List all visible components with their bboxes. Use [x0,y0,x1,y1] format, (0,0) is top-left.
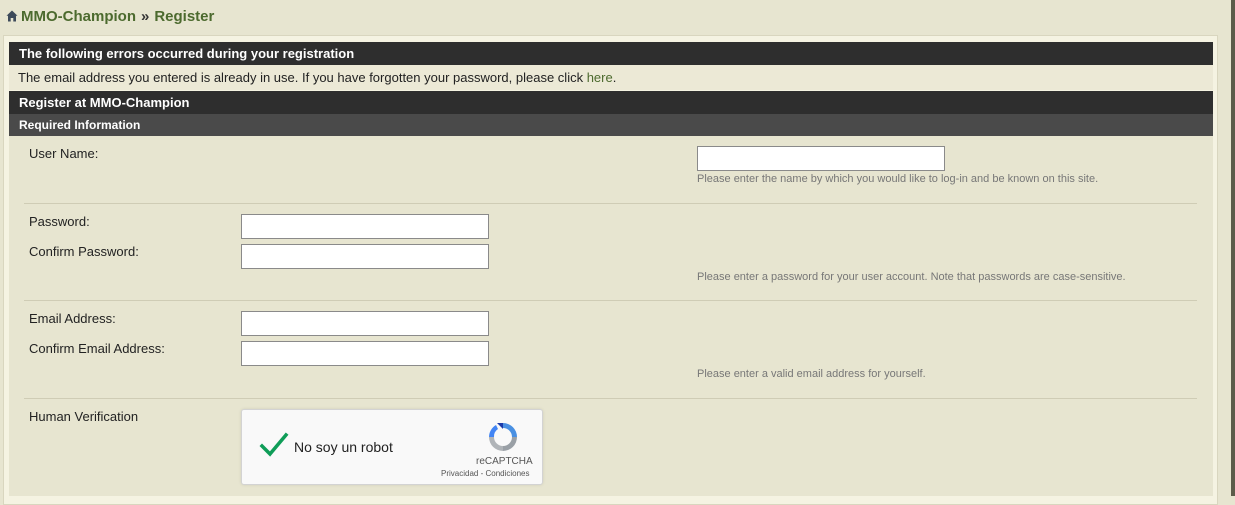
terms-link[interactable]: Condiciones [485,469,529,478]
home-icon[interactable] [6,10,18,22]
errors-header: The following errors occurred during you… [9,42,1213,65]
errors-message: The email address you entered is already… [9,65,1213,90]
confirm-email-input[interactable] [241,341,489,366]
checkmark-icon[interactable] [259,430,289,460]
breadcrumb-site-link[interactable]: MMO-Champion [21,8,136,25]
password-hint: Please enter a password for your user ac… [697,271,1126,283]
recaptcha-logo-icon [489,423,517,451]
recaptcha-widget: No soy un robot reCAPTCHA Privacidad - C… [241,409,543,485]
email-label: Email Address: [29,311,116,326]
password-input[interactable] [241,214,489,239]
username-input[interactable] [697,146,945,171]
errors-message-end: . [612,70,617,85]
forgot-password-link[interactable]: here [587,70,613,85]
privacy-link[interactable]: Privacidad [441,469,478,478]
divider [24,203,1197,204]
recaptcha-links: Privacidad - Condiciones [441,469,530,478]
confirm-email-label: Confirm Email Address: [29,341,165,356]
required-info-header: Required Information [9,114,1213,136]
divider [24,398,1197,399]
confirm-password-label: Confirm Password: [29,244,139,259]
breadcrumb: MMO-Champion » Register [6,7,214,25]
page-edge-bar [1231,0,1235,496]
errors-message-text: The email address you entered is already… [18,70,587,85]
divider [24,300,1197,301]
breadcrumb-separator: » [140,7,150,25]
breadcrumb-current: Register [154,7,215,25]
registration-form [9,136,1213,496]
email-input[interactable] [241,311,489,336]
password-label: Password: [29,214,90,229]
email-hint: Please enter a valid email address for y… [697,368,926,380]
verification-label: Human Verification [29,409,139,424]
register-header: Register at MMO-Champion [9,91,1213,114]
recaptcha-brand: reCAPTCHA [476,456,533,467]
username-hint: Please enter the name by which you would… [697,173,1099,185]
captcha-label[interactable]: No soy un robot [294,439,393,455]
confirm-password-input[interactable] [241,244,489,269]
username-label: User Name: [29,146,99,161]
